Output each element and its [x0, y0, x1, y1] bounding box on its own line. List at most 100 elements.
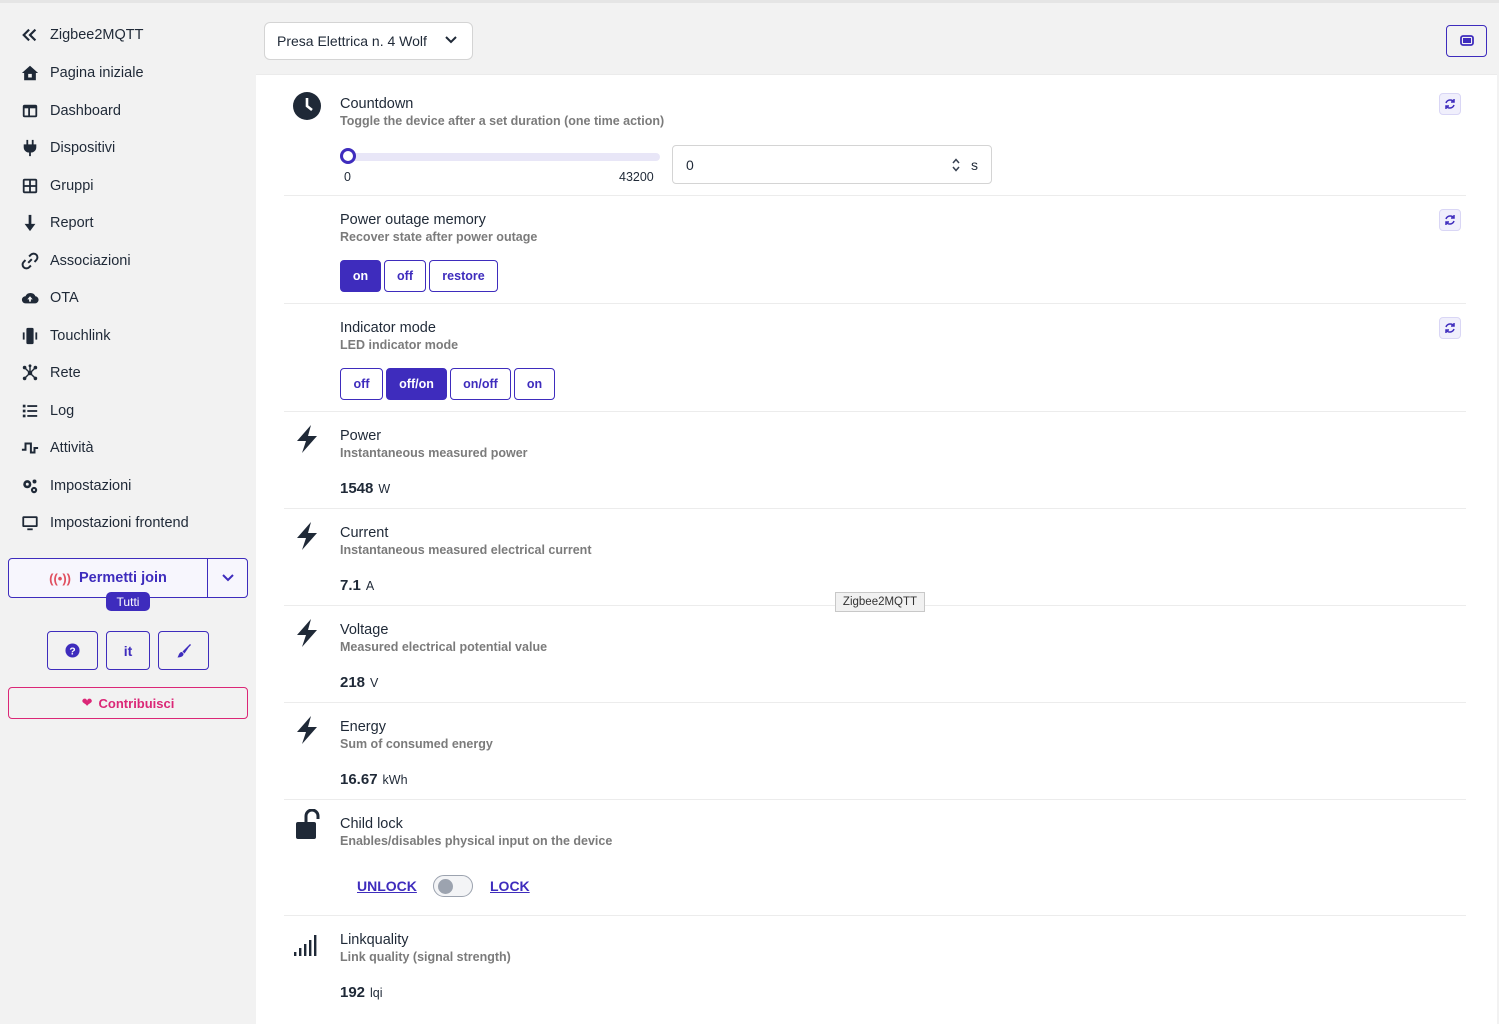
refresh-button[interactable] — [1439, 317, 1461, 339]
value-unit: A — [365, 579, 375, 593]
feature-value: 1548 W — [340, 480, 390, 497]
sidebar-item-label: Gruppi — [50, 178, 94, 194]
heart-icon: ❤ — [81, 695, 93, 710]
value-unit: lqi — [370, 986, 383, 1000]
countdown-input[interactable]: 0 s — [672, 145, 992, 184]
option-restore-button[interactable]: restore — [429, 260, 498, 292]
value-number: 1548 — [340, 480, 374, 497]
sidebar-item-frontend-settings[interactable]: Impostazioni frontend — [20, 508, 189, 538]
feature-value: 218 V — [340, 674, 378, 691]
feature-title: Current — [340, 525, 389, 541]
brand-link[interactable]: Zigbee2MQTT — [20, 20, 143, 50]
feature-value: 192 lqi — [340, 984, 383, 1001]
permit-join-dropdown[interactable] — [208, 559, 247, 597]
sidebar-item-label: Rete — [50, 365, 81, 381]
unlock-link[interactable]: UNLOCK — [357, 878, 417, 894]
signal-icon — [292, 930, 322, 960]
sidebar-item-bindings[interactable]: Associazioni — [20, 246, 131, 276]
clock-icon — [292, 91, 322, 121]
value-number: 16.67 — [340, 771, 378, 788]
feature-value: 16.67 kWh — [340, 771, 408, 788]
feature-indicator-mode: Indicator mode LED indicator mode off of… — [284, 304, 1466, 412]
svg-text:?: ? — [69, 646, 75, 657]
sidebar-item-activity[interactable]: Attività — [20, 433, 94, 463]
option-off-button[interactable]: off — [384, 260, 426, 292]
display-button[interactable] — [1446, 25, 1487, 57]
display-icon — [1459, 35, 1474, 46]
countdown-slider-handle[interactable] — [340, 148, 356, 164]
sidebar-item-label: Dispositivi — [50, 140, 116, 156]
sidebar-item-label: Attività — [50, 440, 94, 456]
device-exposes-card: Countdown Toggle the device after a set … — [256, 74, 1497, 1024]
device-select[interactable]: Presa Elettrica n. 4 Wolf — [264, 22, 473, 60]
sidebar-item-log[interactable]: Log — [20, 396, 74, 426]
plug-icon — [20, 138, 40, 158]
refresh-button[interactable] — [1439, 93, 1461, 115]
antenna-icon: ((•)) — [49, 570, 72, 586]
value-unit: W — [378, 482, 391, 496]
sidebar-item-report[interactable]: Report — [20, 208, 94, 238]
spinner-arrows-icon[interactable] — [951, 157, 961, 173]
gears-icon — [20, 476, 40, 496]
feature-description: Recover state after power outage — [340, 230, 538, 244]
feature-title: Power outage memory — [340, 212, 486, 228]
grid-icon — [20, 176, 40, 196]
double-chevron-left-icon[interactable] — [20, 25, 40, 45]
option-on-off-button[interactable]: on/off — [450, 368, 511, 400]
sidebar-item-settings[interactable]: Impostazioni — [20, 471, 131, 501]
value-number: 192 — [340, 984, 366, 1001]
lightning-icon — [292, 618, 322, 648]
feature-description: Instantaneous measured electrical curren… — [340, 543, 592, 557]
home-icon — [20, 63, 40, 83]
contribute-button[interactable]: ❤ Contribuisci — [8, 687, 248, 719]
sidebar-item-ota[interactable]: OTA — [20, 283, 79, 313]
feature-description: Sum of consumed energy — [340, 737, 493, 751]
device-select-value: Presa Elettrica n. 4 Wolf — [277, 33, 427, 49]
lightning-icon — [292, 521, 322, 551]
feature-child-lock: Child lock Enables/disables physical inp… — [284, 800, 1466, 916]
feature-value: 7.1 A — [340, 577, 374, 594]
brand-title: Zigbee2MQTT — [50, 27, 144, 43]
child-lock-toggle[interactable] — [433, 875, 473, 897]
sidebar-item-label: Impostazioni — [50, 478, 132, 494]
refresh-icon — [1445, 215, 1455, 225]
link-icon — [20, 251, 40, 271]
sidebar-item-label: Touchlink — [50, 328, 111, 344]
feature-title: Child lock — [340, 816, 403, 832]
feature-linkquality: Linkquality Link quality (signal strengt… — [284, 916, 1466, 1024]
slider-max-label: 43200 — [619, 170, 654, 184]
sidebar-item-home[interactable]: Pagina iniziale — [20, 58, 144, 88]
option-off-on-button[interactable]: off/on — [386, 368, 447, 400]
sidebar-item-label: Associazioni — [50, 253, 131, 269]
permit-join-target-badge: Tutti — [106, 592, 150, 611]
desktop-icon — [20, 513, 40, 533]
refresh-button[interactable] — [1439, 209, 1461, 231]
countdown-unit: s — [971, 157, 978, 173]
countdown-input-value: 0 — [686, 156, 694, 173]
permit-join-label: Permetti join — [79, 570, 167, 586]
lightning-icon — [292, 424, 322, 454]
option-on-button[interactable]: on — [340, 260, 381, 292]
sidebar-item-touchlink[interactable]: Touchlink — [20, 321, 110, 351]
option-on-button[interactable]: on — [514, 368, 555, 400]
value-unit: V — [370, 676, 379, 690]
sidebar-item-devices[interactable]: Dispositivi — [20, 133, 115, 163]
feature-energy: Energy Sum of consumed energy 16.67 kWh — [284, 703, 1466, 800]
feature-voltage: Voltage Measured electrical potential va… — [284, 606, 1466, 703]
chevron-down-icon — [221, 574, 234, 582]
sidebar-item-label: Log — [50, 403, 75, 419]
help-button[interactable]: ? — [47, 631, 98, 670]
sidebar-item-network[interactable]: Rete — [20, 358, 81, 388]
sidebar-item-groups[interactable]: Gruppi — [20, 171, 94, 201]
value-number: 7.1 — [340, 577, 361, 594]
feature-description: Link quality (signal strength) — [340, 950, 511, 964]
feature-description: Toggle the device after a set duration (… — [340, 114, 665, 128]
lock-link[interactable]: LOCK — [490, 878, 530, 894]
language-button[interactable]: it — [106, 631, 150, 670]
sidebar-item-dashboard[interactable]: Dashboard — [20, 96, 121, 126]
option-off-button[interactable]: off — [340, 368, 383, 400]
feature-power-outage-memory: Power outage memory Recover state after … — [284, 196, 1466, 304]
theme-button[interactable] — [158, 631, 209, 670]
feature-countdown: Countdown Toggle the device after a set … — [284, 75, 1466, 196]
countdown-slider-track[interactable] — [340, 153, 660, 161]
